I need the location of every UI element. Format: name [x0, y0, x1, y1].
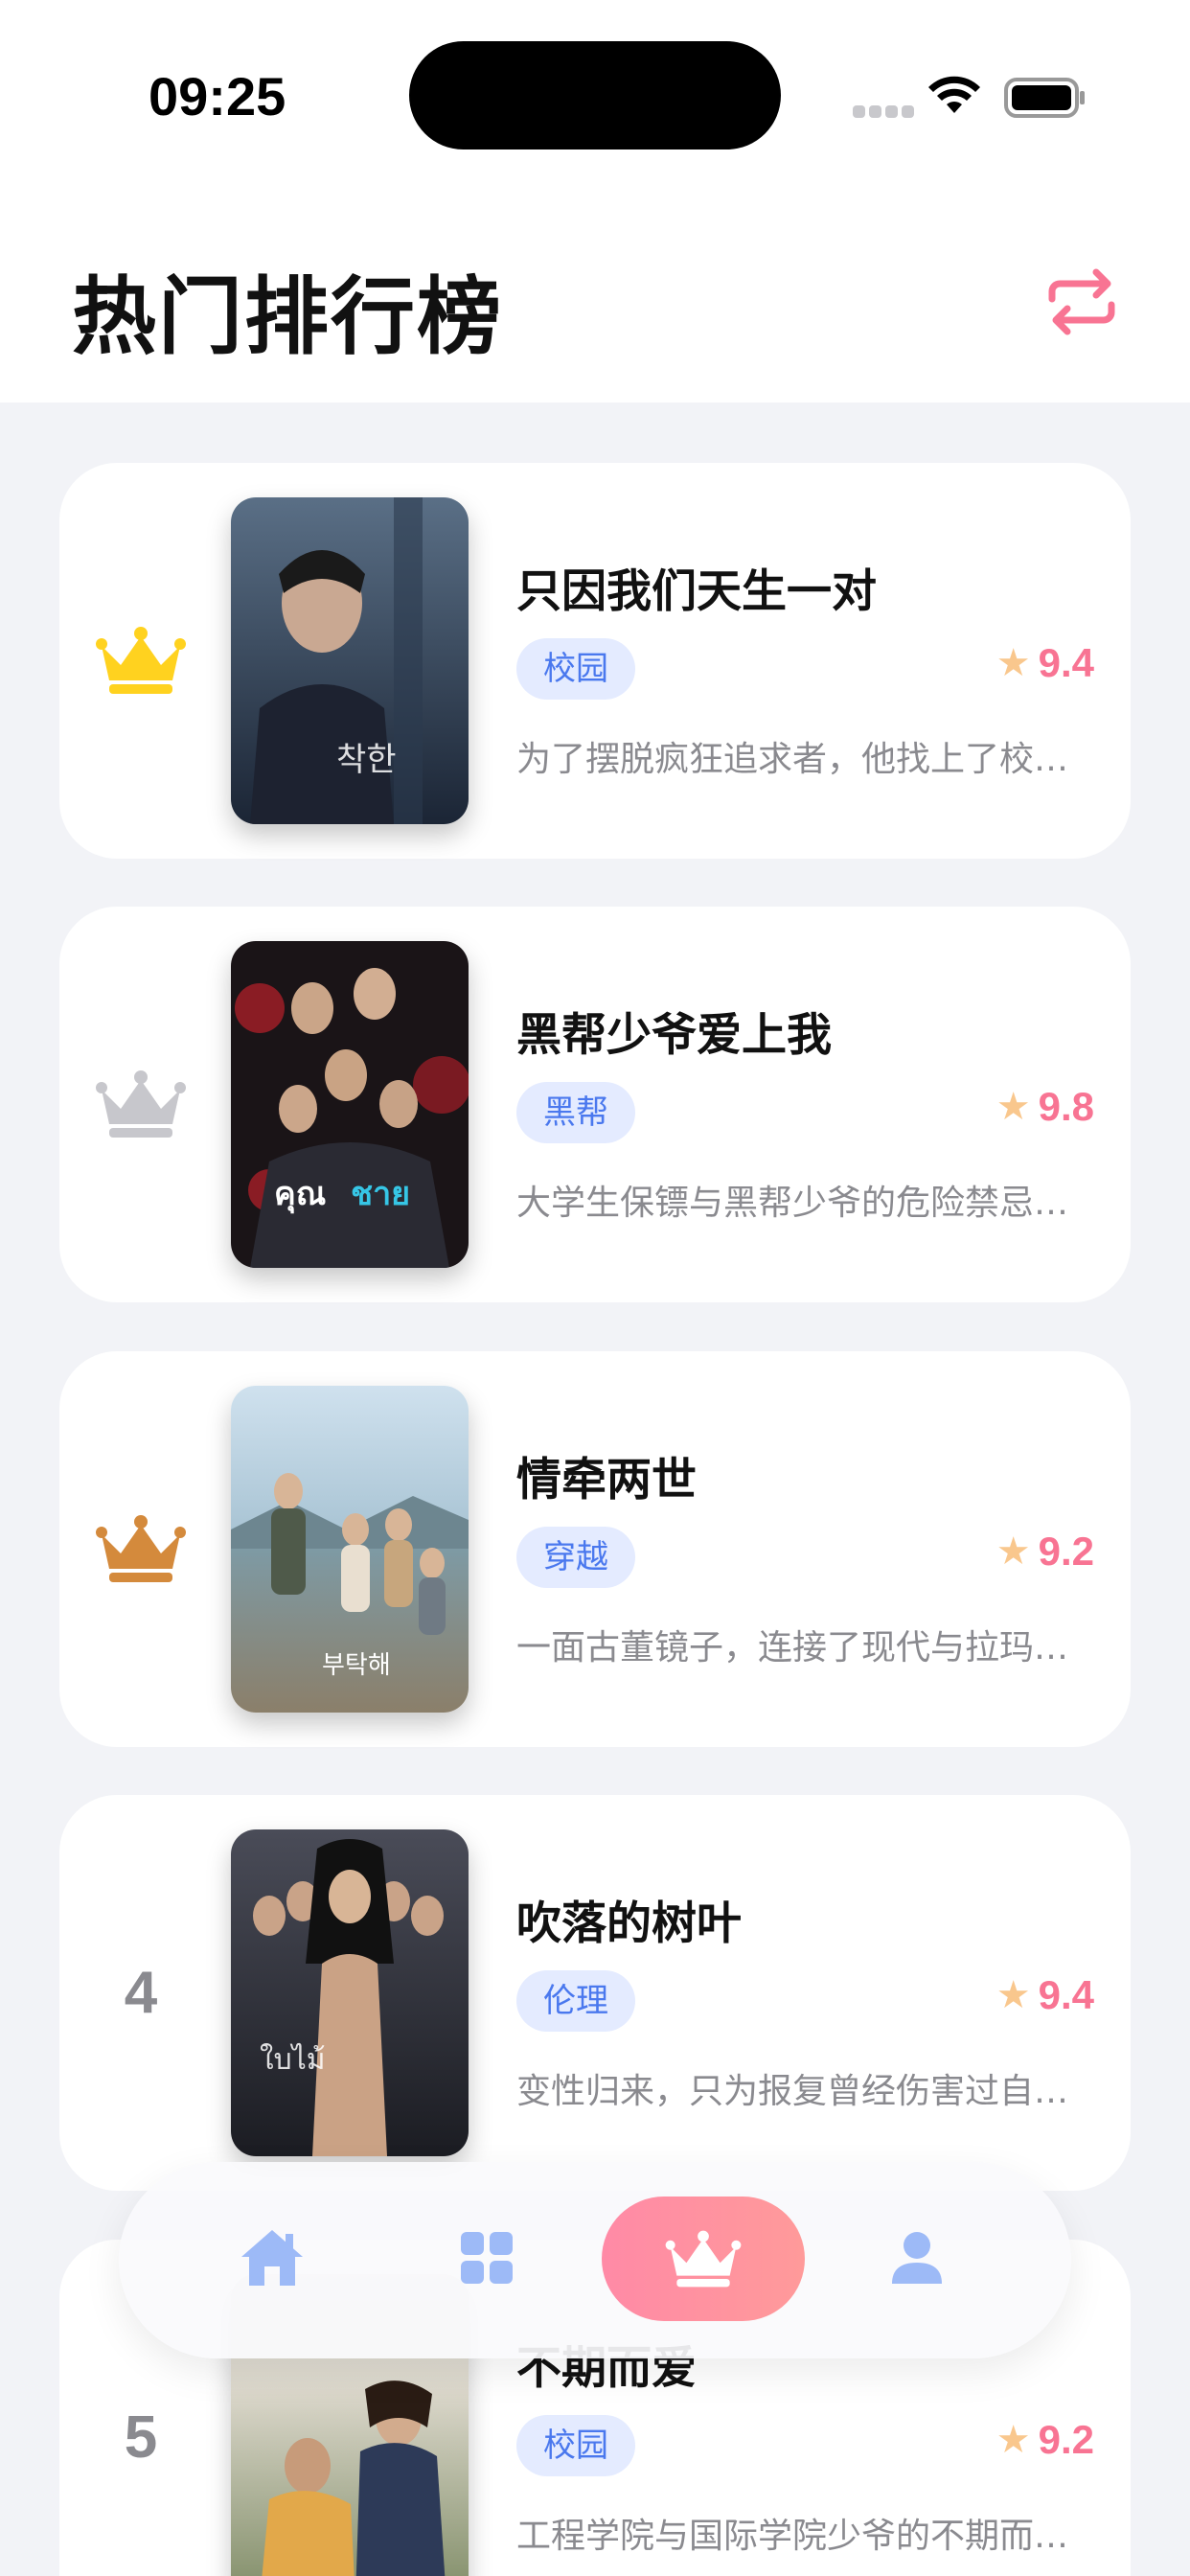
crown-silver-icon — [96, 1070, 186, 1138]
tab-categories[interactable] — [439, 2210, 535, 2306]
svg-text:부탁해: 부탁해 — [322, 1651, 391, 1680]
rating: ★ 9.4 — [996, 640, 1094, 686]
drama-description: 变性归来，只为报复曾经伤害过自… — [516, 2072, 1069, 2111]
genre-tag[interactable]: 校园 — [516, 2415, 635, 2476]
tab-rankings[interactable] — [602, 2196, 805, 2321]
home-icon — [241, 2230, 303, 2286]
star-icon: ★ — [995, 1085, 1031, 1129]
genre-tag[interactable]: 伦理 — [516, 1970, 635, 2032]
crown-bronze-icon — [96, 1515, 186, 1582]
poster-image[interactable]: 부탁해 — [231, 1386, 469, 1713]
dynamic-island — [409, 41, 781, 150]
bottom-tab-bar — [119, 2162, 1071, 2358]
poster-image[interactable]: 착한 — [231, 497, 469, 824]
star-icon: ★ — [995, 2418, 1031, 2462]
svg-text:ชาย: ชาย — [351, 1175, 410, 1213]
page-header: 热门排行榜 — [0, 192, 1190, 402]
drama-description: 一面古董镜子，连接了现代与拉玛… — [516, 1628, 1069, 1668]
refresh-button[interactable] — [1044, 268, 1119, 335]
cellular-signal-icon — [853, 104, 918, 122]
drama-description: 为了摆脱疯狂追求者，他找上了校… — [516, 740, 1069, 779]
genre-tag[interactable]: 校园 — [516, 638, 635, 700]
star-icon: ★ — [995, 641, 1031, 685]
battery-icon — [1004, 78, 1085, 118]
tab-home[interactable] — [224, 2210, 320, 2306]
rating-value: 9.2 — [1038, 2417, 1094, 2462]
genre-tag[interactable]: 黑帮 — [516, 1082, 635, 1143]
svg-text:착한: 착한 — [336, 741, 397, 779]
svg-text:ใบไม้: ใบไม้ — [260, 2042, 326, 2077]
rank-badge: 5 — [88, 2389, 194, 2485]
rank-badge — [88, 612, 194, 708]
tab-profile[interactable] — [869, 2210, 965, 2306]
drama-title: 情牵两世 — [516, 1454, 697, 1506]
drama-title: 黑帮少爷爱上我 — [516, 1009, 832, 1062]
rank-badge — [88, 1501, 194, 1597]
grid-icon — [461, 2232, 513, 2284]
poster-image[interactable]: ใบไม้ — [231, 1829, 469, 2156]
crown-icon — [665, 2230, 742, 2288]
rank-number: 4 — [124, 1959, 158, 2026]
ranking-card[interactable]: 부탁해 情牵两世 穿越 ★ 9.2 一面古董镜子，连接了现代与拉玛… — [59, 1351, 1131, 1747]
rating-value: 9.8 — [1038, 1084, 1094, 1129]
rating-value: 9.2 — [1038, 1529, 1094, 1574]
status-bar: 09:25 — [0, 0, 1190, 192]
ranking-card[interactable]: 착한 只因我们天生一对 校园 ★ 9.4 为了摆脱疯狂追求者，他找上了校… — [59, 463, 1131, 859]
svg-text:คุณ: คุณ — [274, 1175, 326, 1214]
crown-gold-icon — [96, 627, 186, 694]
status-time: 09:25 — [149, 66, 286, 126]
rank-badge — [88, 1056, 194, 1152]
rank-badge: 4 — [88, 1944, 194, 2040]
rating-value: 9.4 — [1038, 1972, 1094, 2017]
rating: ★ 9.4 — [996, 1972, 1094, 2018]
ranking-card[interactable]: คุณ ชาย 黑帮少爷爱上我 黑帮 ★ 9.8 大学生保镖与黑帮少爷的危险禁忌… — [59, 907, 1131, 1302]
drama-description: 大学生保镖与黑帮少爷的危险禁忌… — [516, 1184, 1069, 1223]
rating-value: 9.4 — [1038, 640, 1094, 685]
genre-tag[interactable]: 穿越 — [516, 1527, 635, 1588]
drama-title: 只因我们天生一对 — [516, 565, 877, 618]
wifi-icon — [928, 76, 980, 113]
drama-title: 吹落的树叶 — [516, 1898, 742, 1950]
star-icon: ★ — [995, 1530, 1031, 1574]
ranking-card[interactable]: 4 ใบไม้ 吹落的树叶 伦理 ★ 9.4 变性归来，只为报复曾经伤害过自… — [59, 1795, 1131, 2191]
rating: ★ 9.2 — [996, 2417, 1094, 2463]
rating: ★ 9.2 — [996, 1529, 1094, 1575]
star-icon: ★ — [995, 1973, 1031, 2017]
poster-image[interactable]: คุณ ชาย — [231, 941, 469, 1268]
profile-icon — [892, 2232, 942, 2284]
rank-number: 5 — [124, 2404, 158, 2471]
rating: ★ 9.8 — [996, 1084, 1094, 1130]
page-title: 热门排行榜 — [72, 267, 504, 366]
drama-description: 工程学院与国际学院少爷的不期而… — [516, 2517, 1069, 2556]
